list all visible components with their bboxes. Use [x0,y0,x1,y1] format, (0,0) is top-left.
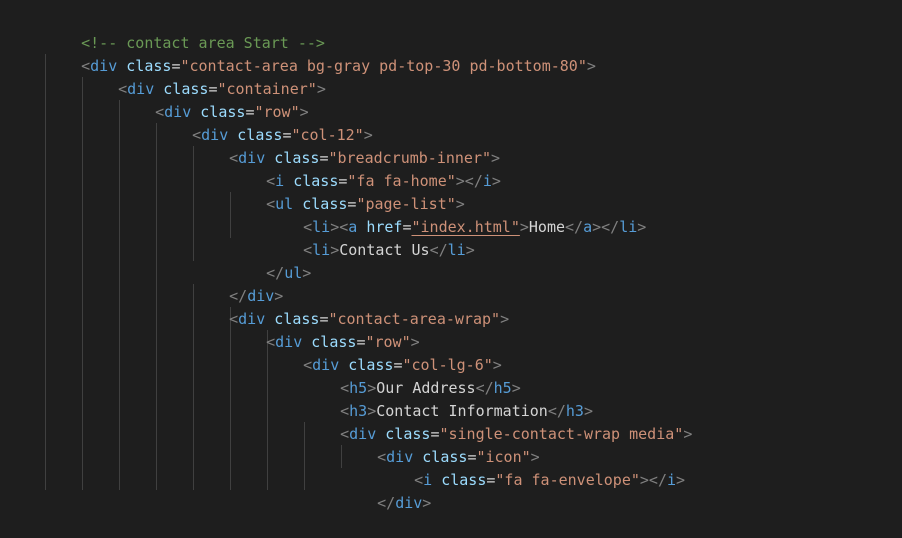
tag-token: a [583,218,593,236]
bracket-token: > [683,425,693,443]
indent-guide [45,54,46,490]
bracket-token: ></ [592,218,620,236]
text-token: Home [528,218,566,236]
code-line[interactable]: <div class="col-lg-6"> [267,331,502,374]
code-line[interactable]: <div class="contact-area bg-gray pd-top-… [45,32,596,75]
tag-token: i [667,471,677,489]
code-line[interactable]: </div> [341,469,431,512]
tag-token: ul [284,264,303,282]
code-line[interactable]: </ul> [230,239,311,282]
bracket-token: </ [429,241,448,259]
bracket-token: > [302,264,312,282]
bracket-token: ></ [639,471,667,489]
indent-guide [82,77,83,490]
code-line[interactable]: <h3>Contact Information</h3> [304,377,593,420]
tag-token: li [312,241,331,259]
code-line[interactable]: <div class="col-12"> [156,101,373,144]
code-editor[interactable]: <!-- contact area Start --> <div class="… [0,0,902,512]
indent-guide [156,123,157,490]
code-line[interactable]: <div class="contact-area-wrap"> [193,285,509,328]
code-line[interactable]: <li><a href="index.html">Home</a></li> [267,193,646,236]
code-line[interactable]: <i class="fa fa-envelope"></i> [378,446,685,489]
bracket-token: > [676,471,686,489]
tag-token: i [482,172,492,190]
code-line[interactable]: <div class="single-contact-wrap media"> [304,400,692,443]
bracket-token: </ [377,494,396,512]
code-line[interactable]: </div> [193,262,283,305]
code-line[interactable]: <li>Contact Us</li> [267,216,475,259]
bracket-token: > [637,218,647,236]
tag-token: li [447,241,466,259]
bracket-token: > [316,80,326,98]
text-token: Contact Us [339,241,430,259]
code-line[interactable]: <i class="fa fa-home"></i> [230,147,501,190]
code-line[interactable]: <!-- contact area Start --> [45,9,325,52]
bracket-token: > [465,241,475,259]
bracket-token: > [422,494,432,512]
bracket-token: </ [565,218,584,236]
code-line[interactable]: <div class="icon"> [341,423,540,466]
bracket-token: > [500,310,510,328]
string-token: "fa fa-envelope" [495,471,640,489]
code-line[interactable]: <div class="container"> [82,55,326,98]
code-line[interactable]: <div class="breadcrumb-inner"> [193,124,500,167]
bracket-token: > [491,172,501,190]
bracket-token: > [586,57,596,75]
bracket-token: > [330,241,340,259]
code-line[interactable]: <h5>Our Address</h5> [304,354,521,397]
code-line[interactable]: <div class="row"> [230,308,420,351]
tag-token: div [395,494,423,512]
indent-guide [119,100,120,490]
code-line[interactable]: <ul class="page-list"> [230,170,465,213]
bracket-token: > [519,218,529,236]
attribute-token: class [441,471,487,489]
code-line[interactable]: <div class="row"> [119,78,309,121]
tag-token: li [619,218,638,236]
